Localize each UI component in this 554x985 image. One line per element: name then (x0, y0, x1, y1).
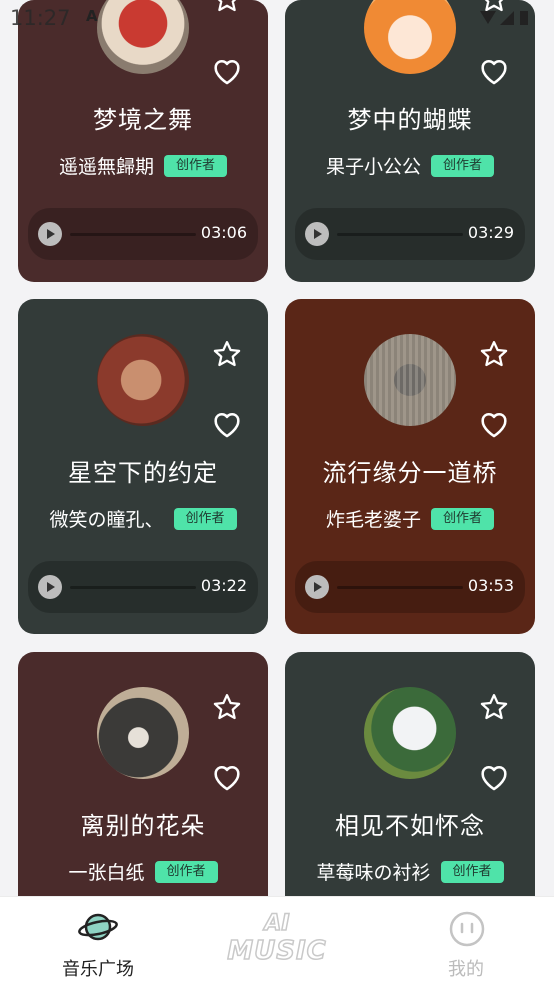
song-title: 相见不如怀念 (335, 812, 485, 840)
star-icon[interactable] (479, 339, 509, 369)
author-name[interactable]: 遥遥無歸期 (59, 156, 154, 178)
song-card[interactable]: 相见不如怀念 草莓味の衬衫 创作者 (285, 652, 535, 896)
star-icon[interactable] (212, 339, 242, 369)
author-name[interactable]: 草莓味の衬衫 (316, 862, 430, 884)
song-title: 梦中的蝴蝶 (347, 106, 473, 134)
song-cover-avatar[interactable] (364, 334, 456, 426)
author-name[interactable]: 一张白纸 (68, 862, 144, 884)
audio-player: 03:53 (295, 561, 525, 613)
creator-badge: 创作者 (154, 860, 218, 883)
tab-music-square[interactable]: 音乐广场 (18, 897, 178, 985)
author-row: 遥遥無歸期 创作者 (18, 152, 268, 179)
creator-badge: 创作者 (431, 154, 495, 177)
creator-badge: 创作者 (431, 507, 495, 530)
author-name[interactable]: 果子小公公 (326, 156, 421, 178)
song-cover-avatar[interactable] (364, 0, 456, 74)
heart-icon[interactable] (477, 54, 511, 88)
song-cover-avatar[interactable] (97, 687, 189, 779)
author-row: 草莓味の衬衫 创作者 (285, 858, 535, 885)
star-icon[interactable] (479, 0, 509, 14)
play-icon[interactable] (38, 222, 62, 246)
play-icon[interactable] (305, 575, 329, 599)
song-card[interactable]: 离别的花朵 一张白纸 创作者 (18, 652, 268, 896)
song-title: 离别的花朵 (80, 812, 206, 840)
author-row: 一张白纸 创作者 (18, 858, 268, 885)
audio-player: 03:22 (28, 561, 258, 613)
heart-icon[interactable] (210, 54, 244, 88)
progress-track[interactable] (337, 233, 463, 236)
profile-face-icon (449, 911, 485, 947)
bottom-tab-bar: 音乐广场 AI MUSIC 我的 (0, 896, 554, 985)
song-cover-avatar[interactable] (97, 0, 189, 74)
duration-text: 03:29 (467, 223, 514, 242)
duration-text: 03:53 (467, 576, 514, 595)
song-title: 梦境之舞 (93, 106, 193, 134)
audio-player: 03:29 (295, 208, 525, 260)
author-row: 果子小公公 创作者 (285, 152, 535, 179)
progress-track[interactable] (70, 586, 196, 589)
heart-icon[interactable] (477, 760, 511, 794)
star-icon[interactable] (212, 692, 242, 722)
author-row: 微笑の瞳孔、 创作者 (18, 505, 268, 532)
play-icon[interactable] (305, 222, 329, 246)
author-name[interactable]: 炸毛老婆子 (326, 509, 421, 531)
planet-icon (78, 913, 118, 941)
song-card[interactable]: 流行缘分一道桥 炸毛老婆子 创作者 03:53 (285, 299, 535, 634)
creator-badge: 创作者 (164, 154, 228, 177)
tab-label: 音乐广场 (62, 959, 134, 980)
song-card[interactable]: 梦中的蝴蝶 果子小公公 创作者 03:29 (285, 0, 535, 282)
logo-line-ai: AI (264, 910, 291, 937)
logo-line-music: MUSIC (227, 936, 327, 966)
heart-icon[interactable] (210, 407, 244, 441)
song-grid: 梦境之舞 遥遥無歸期 创作者 03:06 梦中的蝴蝶 果子小公公 创作者 03:29… (0, 0, 554, 896)
song-cover-avatar[interactable] (364, 687, 456, 779)
duration-text: 03:06 (200, 223, 247, 242)
creator-badge: 创作者 (440, 860, 504, 883)
ai-music-logo[interactable]: AI MUSIC (218, 910, 336, 971)
song-title: 流行缘分一道桥 (322, 459, 498, 487)
creator-badge: 创作者 (173, 507, 237, 530)
play-icon[interactable] (38, 575, 62, 599)
duration-text: 03:22 (200, 576, 247, 595)
heart-icon[interactable] (210, 760, 244, 794)
author-row: 炸毛老婆子 创作者 (285, 505, 535, 532)
tab-mine[interactable]: 我的 (386, 897, 546, 985)
author-name[interactable]: 微笑の瞳孔、 (49, 509, 163, 531)
heart-icon[interactable] (477, 407, 511, 441)
progress-track[interactable] (337, 586, 463, 589)
song-cover-avatar[interactable] (97, 334, 189, 426)
song-title: 星空下的约定 (68, 459, 218, 487)
tab-label: 我的 (448, 959, 484, 980)
progress-track[interactable] (70, 233, 196, 236)
audio-player: 03:06 (28, 208, 258, 260)
song-card[interactable]: 星空下的约定 微笑の瞳孔、 创作者 03:22 (18, 299, 268, 634)
star-icon[interactable] (479, 692, 509, 722)
song-card[interactable]: 梦境之舞 遥遥無歸期 创作者 03:06 (18, 0, 268, 282)
star-icon[interactable] (212, 0, 242, 14)
